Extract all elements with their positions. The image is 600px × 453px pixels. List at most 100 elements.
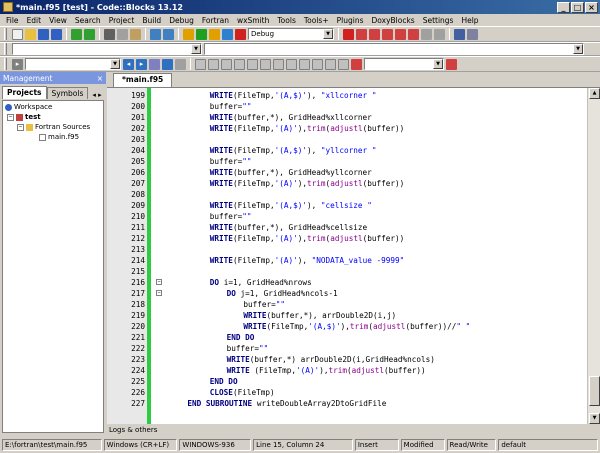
options-icon[interactable] (175, 58, 186, 70)
tab-symbols[interactable]: Symbols (46, 87, 89, 99)
menu-project[interactable]: Project (105, 16, 139, 25)
cut-icon[interactable] (104, 28, 115, 40)
code-line[interactable]: 223 WRITE(buffer,*) arrDouble2D(i,GridHea… (107, 354, 587, 365)
next-instruction-icon[interactable] (408, 28, 419, 40)
replace-icon[interactable] (163, 28, 174, 40)
menu-view[interactable]: View (45, 16, 71, 25)
step-into-icon[interactable] (382, 28, 393, 40)
menu-tools[interactable]: Tools+ (300, 16, 333, 25)
menu-wxsmith[interactable]: wxSmith (233, 16, 273, 25)
run-to-cursor-icon[interactable] (356, 28, 367, 40)
vertical-scrollbar[interactable]: ▲ ▼ (587, 88, 600, 424)
code-line[interactable]: 216 DO i=1, GridHead%nrows (107, 277, 587, 288)
menu-debug[interactable]: Debug (165, 16, 198, 25)
editor-tab-main-f95[interactable]: *main.f95 (113, 73, 173, 87)
tab-scroll-icons[interactable]: ◂ ▸ (92, 91, 101, 99)
chevron-down-icon[interactable]: ▼ (191, 44, 201, 54)
comment-icon[interactable] (208, 58, 219, 70)
menu-build[interactable]: Build (138, 16, 165, 25)
code-line[interactable]: 203 (107, 134, 587, 145)
symbol-select[interactable]: ▼ (364, 58, 444, 70)
code-line[interactable]: 204 WRITE(FileTmp,'(A,$)'), "yllcorner " (107, 145, 587, 156)
maximize-button[interactable]: □ (571, 1, 584, 13)
spell-check-icon[interactable] (351, 58, 362, 70)
code-line[interactable]: 221 END DO (107, 332, 587, 343)
toggle-comment-icon[interactable] (234, 58, 245, 70)
tools-icon[interactable] (446, 58, 457, 70)
select-all-icon[interactable] (325, 58, 336, 70)
menu-help[interactable]: Help (457, 16, 482, 25)
undo-icon[interactable] (71, 28, 82, 40)
code-line[interactable]: 206 WRITE(buffer,*), GridHead%yllcorner (107, 167, 587, 178)
block-comment-icon[interactable] (247, 58, 258, 70)
code-line[interactable]: 211 WRITE(buffer,*), GridHead%cellsize (107, 222, 587, 233)
code-line[interactable]: 226 CLOSE(FileTmp) (107, 387, 587, 398)
search-direction-icon[interactable]: ▸ (12, 58, 23, 70)
title-bar[interactable]: *main.f95 [test] - Code::Blocks 13.12 _ … (0, 0, 600, 14)
code-line[interactable]: 205 buffer="" (107, 156, 587, 167)
fold-all-icon[interactable] (338, 58, 349, 70)
menu-search[interactable]: Search (71, 16, 105, 25)
scroll-thumb[interactable] (589, 376, 600, 406)
find-icon[interactable] (150, 28, 161, 40)
tab-projects[interactable]: Projects (2, 86, 47, 99)
code-line[interactable]: 215 (107, 266, 587, 277)
code-editor[interactable]: 199 WRITE(FileTmp,'(A,$)'), "xllcorner " 2… (107, 88, 587, 424)
debug-info-icon[interactable] (467, 28, 478, 40)
run-icon[interactable] (196, 28, 207, 40)
uncomment-icon[interactable] (221, 58, 232, 70)
menu-settings[interactable]: Settings (419, 16, 458, 25)
menu-file[interactable]: File (2, 16, 23, 25)
panel-close-icon[interactable]: × (97, 74, 103, 83)
find-next-icon[interactable] (162, 58, 173, 70)
toolbar-grip[interactable] (4, 28, 7, 40)
jump-forward-icon[interactable]: ▸ (136, 58, 147, 70)
code-line[interactable]: 200 buffer="" (107, 101, 587, 112)
code-line[interactable]: 202 WRITE(FileTmp,'(A)'),trim(adjustl(buf… (107, 123, 587, 134)
zoom-in-icon[interactable] (299, 58, 310, 70)
paste-icon[interactable] (130, 28, 141, 40)
scope-select[interactable]: ▼ (12, 43, 202, 55)
copy-icon[interactable] (117, 28, 128, 40)
stream-comment-icon[interactable] (260, 58, 271, 70)
code-line[interactable]: 212 WRITE(FileTmp,'(A)'),trim(adjustl(buf… (107, 233, 587, 244)
code-line[interactable]: 220 WRITE(FileTmp,'(A,$)'),trim(adjustl(b… (107, 321, 587, 332)
code-line[interactable]: 209 WRITE(FileTmp,'(A,$)'), "cellsize " (107, 200, 587, 211)
menu-plugins[interactable]: Plugins (333, 16, 368, 25)
jump-back-icon[interactable]: ◂ (123, 58, 134, 70)
fold-toggle-icon[interactable]: − (156, 279, 162, 285)
chevron-down-icon[interactable]: ▼ (433, 59, 443, 69)
highlight-icon[interactable] (149, 58, 160, 70)
tree-item-project[interactable]: − test (7, 113, 41, 121)
code-line[interactable]: 208 (107, 189, 587, 200)
step-out-icon[interactable] (395, 28, 406, 40)
minimize-button[interactable]: _ (557, 1, 570, 13)
scroll-up-icon[interactable]: ▲ (589, 88, 600, 99)
code-line[interactable]: 224 WRITE (FileTmp,'(A)'),trim(adjustl(bu… (107, 365, 587, 376)
indent-icon[interactable] (273, 58, 284, 70)
abort-icon[interactable] (235, 28, 246, 40)
zoom-out-icon[interactable] (312, 58, 323, 70)
debug-windows-icon[interactable] (454, 28, 465, 40)
menu-doxyblocks[interactable]: DoxyBlocks (368, 16, 419, 25)
build-target-select[interactable]: Debug ▼ (248, 28, 334, 40)
chevron-down-icon[interactable]: ▼ (110, 59, 120, 69)
menu-fortran[interactable]: Fortran (198, 16, 233, 25)
code-line[interactable]: 199 WRITE(FileTmp,'(A,$)'), "xllcorner " (107, 90, 587, 101)
unindent-icon[interactable] (286, 58, 297, 70)
break-debugger-icon[interactable] (421, 28, 432, 40)
collapse-icon[interactable]: − (17, 123, 24, 131)
collapse-icon[interactable]: − (7, 113, 14, 121)
debug-run-icon[interactable] (343, 28, 354, 40)
open-folder-icon[interactable] (25, 28, 36, 40)
bookmark-icon[interactable] (195, 58, 206, 70)
function-select[interactable]: ▼ (204, 43, 584, 55)
chevron-down-icon[interactable]: ▼ (573, 44, 583, 54)
menu-edit[interactable]: Edit (23, 16, 46, 25)
build-and-run-icon[interactable] (209, 28, 220, 40)
code-line[interactable]: 225 END DO (107, 376, 587, 387)
chevron-down-icon[interactable]: ▼ (323, 29, 333, 39)
stop-debugger-icon[interactable] (434, 28, 445, 40)
code-line[interactable]: 217 DO j=1, GridHead%ncols-1 (107, 288, 587, 299)
menu-tools[interactable]: Tools (273, 16, 299, 25)
